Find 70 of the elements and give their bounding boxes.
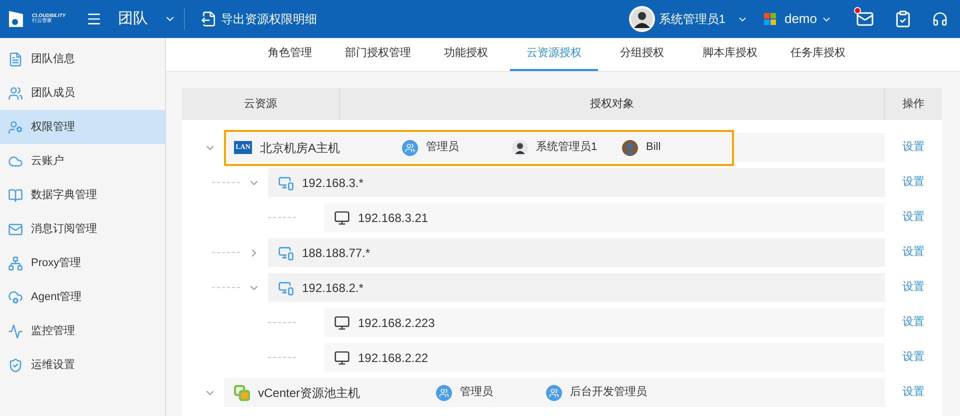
resource-name: 192.168.3.*	[302, 174, 364, 192]
column-header: 云资源	[182, 88, 340, 120]
avatar-icon	[512, 140, 528, 156]
tenant-name[interactable]: demo	[784, 9, 817, 29]
tree-row[interactable]: 192.168.2.223	[324, 308, 885, 337]
export-link[interactable]: 导出资源权限明细	[201, 10, 317, 28]
linux-host-icon	[334, 314, 350, 330]
tab[interactable]: 脚本库授权	[686, 38, 774, 71]
tab[interactable]: 云资源授权	[510, 38, 598, 71]
cloud-icon	[8, 154, 23, 168]
export-icon	[201, 11, 217, 27]
sidebar-item[interactable]: 监控管理	[0, 314, 165, 348]
avatar-icon	[630, 8, 653, 30]
document-icon	[8, 52, 23, 66]
windows-logo-icon	[764, 13, 776, 25]
avatar-icon	[622, 140, 638, 156]
grantee-name: 管理员	[460, 385, 493, 400]
sidebar-item[interactable]: 数据字典管理	[0, 178, 165, 212]
user-gear-icon	[8, 120, 23, 134]
grantee-name: 后台开发管理员	[570, 385, 647, 400]
people-icon	[8, 86, 23, 100]
resource-name: 192.168.2.*	[302, 280, 364, 296]
vcenter-icon	[234, 384, 250, 400]
column-header: 授权对象	[340, 88, 885, 120]
support-icon[interactable]	[932, 11, 948, 27]
linux-host-icon	[334, 210, 350, 226]
sidebar-item[interactable]: 运维设置	[0, 348, 165, 382]
resource-name: 192.168.3.21	[358, 210, 428, 226]
resource-name: 192.168.2.22	[358, 350, 428, 366]
tab[interactable]: 部门授权管理	[334, 38, 422, 71]
column-header: 操作	[902, 96, 926, 112]
role-icon	[436, 384, 452, 400]
network-icon	[8, 256, 23, 270]
shield-icon	[8, 358, 23, 372]
tab[interactable]: 任务库授权	[774, 38, 862, 71]
sidebar-item[interactable]: 权限管理	[0, 110, 165, 144]
module-title: 团队	[118, 8, 148, 29]
tab[interactable]: 分组授权	[598, 38, 686, 71]
mail-icon	[8, 222, 23, 236]
tab[interactable]: 功能授权	[422, 38, 510, 71]
pulse-icon	[8, 324, 23, 338]
tree-row[interactable]: vCenter资源池主机 管理员 后台开发管理员	[224, 378, 885, 407]
tree-row[interactable]: 192.168.2.*	[268, 273, 885, 302]
grantee-name: Bill	[646, 140, 661, 156]
resource-name: vCenter资源池主机	[258, 384, 360, 402]
book-icon	[8, 188, 23, 202]
tree-row[interactable]: 192.168.3.21	[324, 203, 885, 232]
mail-icon[interactable]	[856, 10, 874, 28]
resource-name: 192.168.2.223	[358, 314, 435, 332]
sidebar-item[interactable]: 团队成员	[0, 76, 165, 110]
sidebar-item[interactable]: 云账户	[0, 144, 165, 178]
resource-name: 北京机房A主机	[260, 140, 340, 156]
role-icon	[402, 140, 418, 156]
task-icon[interactable]	[894, 10, 912, 28]
role-icon	[546, 384, 562, 400]
tab[interactable]: 角色管理	[246, 38, 334, 71]
grantee-name: 系统管理员1	[536, 140, 598, 156]
grantee-name: 管理员	[426, 140, 459, 156]
linux-host-icon	[334, 350, 350, 366]
tree-row[interactable]: 192.168.3.*	[268, 168, 885, 197]
user-name[interactable]: 系统管理员1	[658, 10, 726, 28]
sidebar-item[interactable]: Agent管理	[0, 280, 165, 314]
tree-row[interactable]: 188.188.77.*	[268, 238, 885, 267]
resource-name: 188.188.77.*	[302, 244, 370, 262]
sidebar-item[interactable]: 消息订阅管理	[0, 212, 165, 246]
sidebar-item[interactable]: Proxy管理	[0, 246, 165, 280]
menu-icon[interactable]	[86, 11, 102, 27]
tree-row[interactable]: 192.168.2.22	[324, 343, 885, 372]
cloud-icon	[8, 290, 23, 304]
sidebar-item[interactable]: 团队信息	[0, 42, 165, 76]
